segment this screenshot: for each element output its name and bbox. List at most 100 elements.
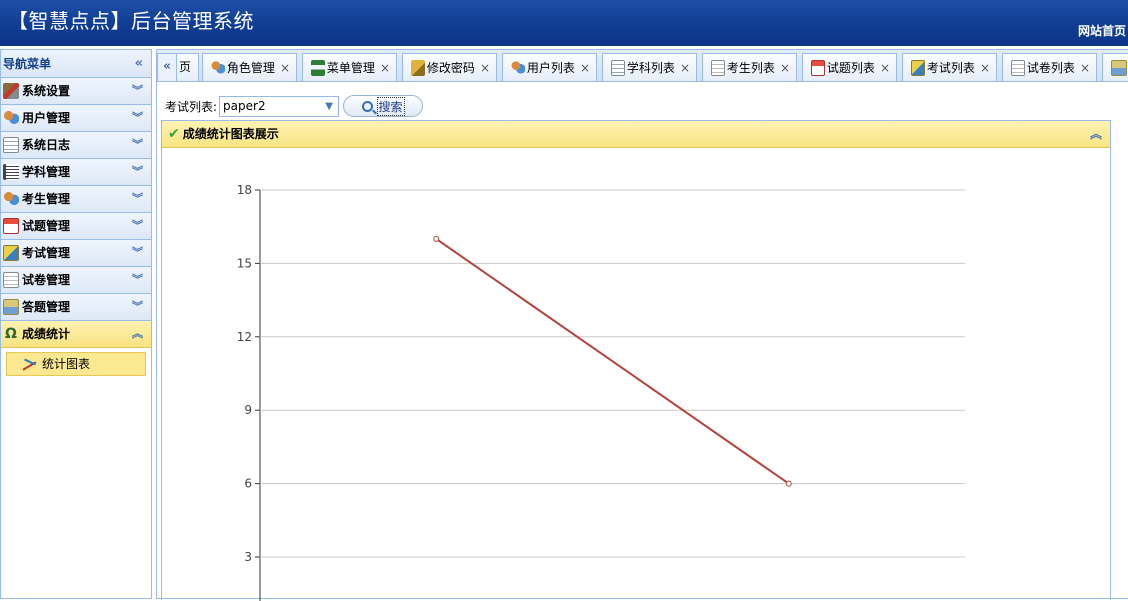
- site-home-link[interactable]: 网站首页: [1078, 22, 1126, 39]
- close-icon[interactable]: ×: [780, 61, 790, 75]
- app-header: 【智慧点点】后台管理系统 网站首页: [0, 0, 1128, 46]
- close-icon[interactable]: ×: [580, 61, 590, 75]
- paper-icon: [3, 272, 19, 288]
- tab-role-management[interactable]: 角色管理 ×: [202, 53, 297, 81]
- sidebar-header: 导航菜单 «: [1, 50, 151, 78]
- table-icon: [611, 59, 625, 76]
- tab-label: 试题列表: [826, 61, 875, 75]
- y-tick-label: 18: [237, 183, 252, 197]
- tab-label: 考生列表: [726, 61, 775, 75]
- collapse-panel-icon[interactable]: ︽: [1090, 121, 1102, 148]
- users-icon: [3, 110, 19, 126]
- users-icon: [211, 59, 225, 76]
- tab-label: 考试列表: [926, 61, 975, 75]
- exam-select[interactable]: paper2 ▼: [219, 95, 340, 117]
- sitemap-icon: [311, 59, 325, 76]
- chevron-down-icon: ︾: [132, 300, 143, 313]
- y-tick-label: 12: [237, 330, 252, 344]
- sidebar: 导航菜单 « 系统设置 ︾ 用户管理 ︾ 系统日志 ︾ 学科管理 ︾ 考生管理 …: [0, 49, 152, 599]
- answer-icon: [1111, 59, 1127, 76]
- sidebar-item-label: 成绩统计: [22, 327, 71, 341]
- chevron-up-icon: ︽: [132, 327, 143, 340]
- tab-label: 角色管理: [226, 61, 275, 75]
- main-panel: « 页 角色管理 × 菜单管理 × 修改密码 × 用户列表 × 学科列表 × 考…: [156, 49, 1128, 601]
- collapse-sidebar-icon[interactable]: «: [135, 50, 143, 78]
- tab-label: 试卷列表: [1026, 61, 1075, 75]
- exam-filter-label: 考试列表:: [165, 99, 218, 114]
- y-tick-label: 6: [244, 477, 252, 491]
- sidebar-title: 导航菜单: [3, 57, 52, 71]
- sidebar-item-label: 考试管理: [22, 246, 71, 260]
- tab-paper-list[interactable]: 试卷列表 ×: [1002, 53, 1097, 81]
- tab-label: 学科列表: [626, 61, 675, 75]
- sidebar-item-label: 考生管理: [22, 192, 71, 206]
- sidebar-item-label: 试卷管理: [22, 273, 71, 287]
- sidebar-submenu: 统计图表: [1, 348, 151, 380]
- sidebar-item-label: 学科管理: [22, 165, 71, 179]
- close-icon[interactable]: ×: [480, 61, 490, 75]
- sidebar-item-paper-management[interactable]: 试卷管理 ︾: [1, 267, 151, 294]
- tab-bar: « 页 角色管理 × 菜单管理 × 修改密码 × 用户列表 × 学科列表 × 考…: [157, 50, 1128, 82]
- sidebar-item-system-settings[interactable]: 系统设置 ︾: [1, 78, 151, 105]
- sidebar-subitem-stat-chart[interactable]: 统计图表: [6, 352, 146, 376]
- card-icon: [711, 59, 725, 76]
- chart-area: 3 6 9 12 15 18: [162, 149, 1110, 601]
- tab-label: 修改密码: [426, 61, 475, 75]
- sidebar-item-label: 试题管理: [22, 219, 71, 233]
- sidebar-item-examinee-management[interactable]: 考生管理 ︾: [1, 186, 151, 213]
- tools-icon: [3, 83, 19, 99]
- log-icon: [3, 137, 19, 153]
- close-icon[interactable]: ×: [880, 61, 890, 75]
- chevron-down-icon: ︾: [132, 246, 143, 259]
- chevron-down-icon: ︾: [132, 273, 143, 286]
- tab-exam-list[interactable]: 考试列表 ×: [902, 53, 997, 81]
- sidebar-item-exam-management[interactable]: 考试管理 ︾: [1, 240, 151, 267]
- exam-icon: [3, 245, 19, 261]
- sidebar-item-system-log[interactable]: 系统日志 ︾: [1, 132, 151, 159]
- chevron-down-icon: ▼: [325, 100, 333, 112]
- tab-overflow-partial[interactable]: [1102, 53, 1128, 81]
- sidebar-item-question-management[interactable]: 试题管理 ︾: [1, 213, 151, 240]
- list-icon: [3, 164, 19, 180]
- chevron-down-icon: ︾: [132, 165, 143, 178]
- close-icon[interactable]: ×: [1080, 61, 1090, 75]
- tab-change-password[interactable]: 修改密码 ×: [402, 53, 497, 81]
- close-icon[interactable]: ×: [680, 61, 690, 75]
- tab-menu-management[interactable]: 菜单管理 ×: [302, 53, 397, 81]
- exam-select-value: paper2: [223, 98, 266, 113]
- tab-scroll-left-icon[interactable]: «: [157, 53, 177, 81]
- sidebar-item-score-statistics[interactable]: Ω 成绩统计 ︽: [1, 321, 151, 348]
- data-point[interactable]: [433, 235, 440, 242]
- y-tick-label: 9: [244, 403, 252, 417]
- data-point[interactable]: [785, 480, 792, 487]
- search-button[interactable]: 搜索: [343, 95, 424, 117]
- exam-icon: [911, 59, 925, 76]
- tab-label: 页: [179, 60, 192, 74]
- users-icon: [511, 59, 525, 76]
- close-icon[interactable]: ×: [380, 61, 390, 75]
- sidebar-item-user-management[interactable]: 用户管理 ︾: [1, 105, 151, 132]
- score-line-chart: 3 6 9 12 15 18: [237, 183, 965, 601]
- sidebar-subitem-label: 统计图表: [42, 357, 91, 371]
- close-icon[interactable]: ×: [980, 61, 990, 75]
- tab-subject-list[interactable]: 学科列表 ×: [602, 53, 697, 81]
- tab-user-list[interactable]: 用户列表 ×: [502, 53, 597, 81]
- tab-home-partial[interactable]: 页: [177, 53, 199, 81]
- calendar-icon: [811, 59, 825, 76]
- chevron-down-icon: ︾: [132, 219, 143, 232]
- tab-examinee-list[interactable]: 考生列表 ×: [702, 53, 797, 81]
- copy-icon: [1011, 59, 1025, 76]
- sidebar-item-label: 用户管理: [22, 111, 71, 125]
- close-icon[interactable]: ×: [280, 61, 290, 75]
- sidebar-item-answer-management[interactable]: 答题管理 ︾: [1, 294, 151, 321]
- search-icon: [361, 100, 373, 112]
- chart-icon: [21, 356, 39, 372]
- sidebar-item-label: 答题管理: [22, 300, 71, 314]
- y-tick-label: 15: [237, 256, 252, 270]
- sidebar-item-subject-management[interactable]: 学科管理 ︾: [1, 159, 151, 186]
- calendar-icon: [3, 218, 19, 234]
- sidebar-item-label: 系统设置: [22, 84, 71, 98]
- tab-question-list[interactable]: 试题列表 ×: [802, 53, 897, 81]
- search-button-label: 搜索: [376, 96, 405, 116]
- lock-icon: [411, 59, 425, 76]
